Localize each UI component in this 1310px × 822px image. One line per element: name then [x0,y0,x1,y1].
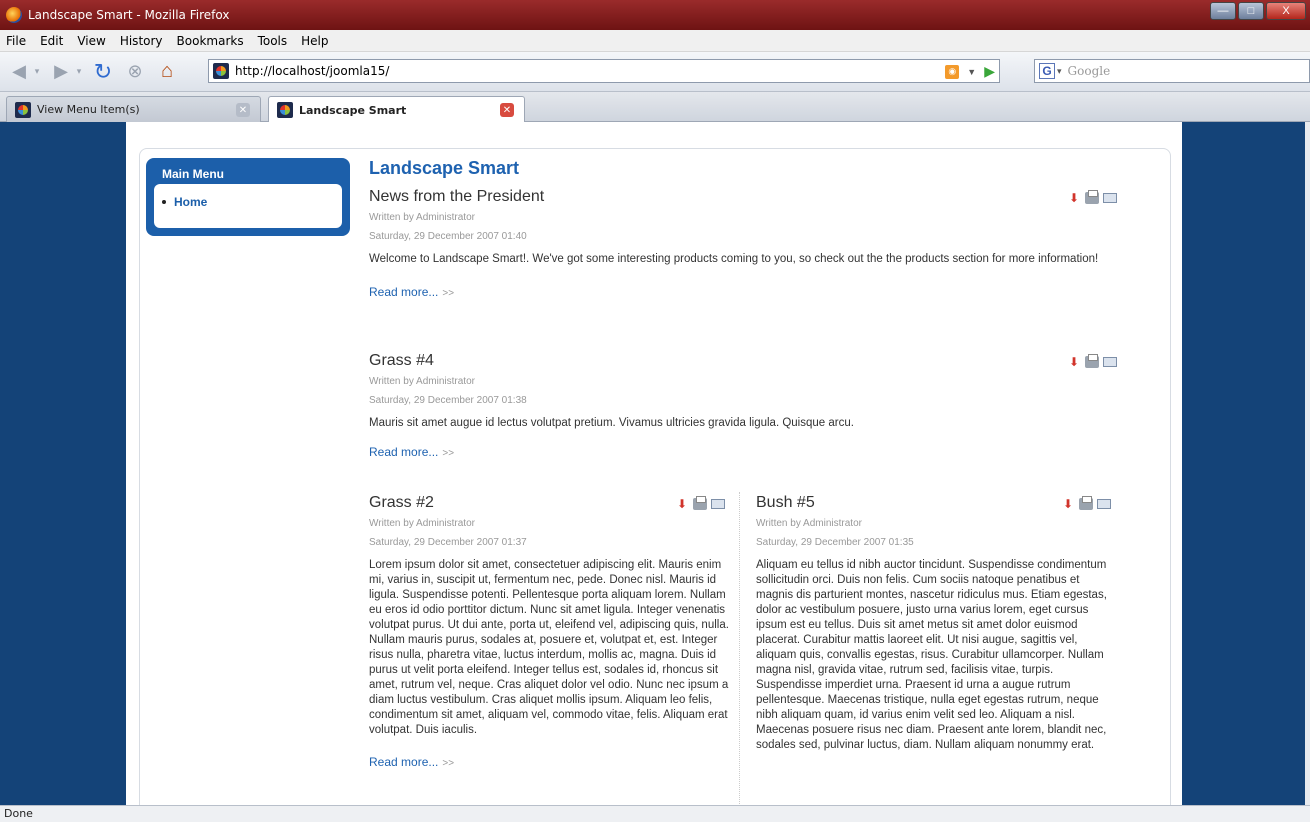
url-bar-actions: ◉ ▼ ▶ [945,63,995,80]
navigation-toolbar: ◀ ▾ ▶ ▾ ↻ ⊗ ⌂ http://localhost/joomla15/… [0,52,1310,92]
article-date: Saturday, 29 December 2007 01:38 [369,395,527,406]
tab-favicon [15,101,31,118]
read-more-arrow: >> [442,448,455,459]
article-body: Welcome to Landscape Smart!. We've got s… [369,253,1099,265]
print-icon[interactable] [1085,190,1099,204]
read-more-arrow: >> [442,288,455,299]
search-box[interactable]: G ▾ Google [1034,59,1310,83]
article-icons: ⬇ [1069,354,1117,368]
back-history-dropdown[interactable]: ▾ [32,59,42,85]
pdf-icon[interactable]: ⬇ [677,498,689,510]
menu-item-home-link[interactable]: Home [174,195,207,209]
article-title: Grass #4 [369,352,434,369]
reload-button[interactable]: ↻ [90,59,116,85]
stop-button[interactable]: ⊗ [122,59,148,85]
print-icon[interactable] [1079,496,1093,510]
article-author: Written by Administrator [369,212,475,223]
menu-file[interactable]: File [6,34,26,48]
rss-feed-icon[interactable]: ◉ [945,64,960,79]
article-author: Written by Administrator [369,376,475,387]
window-titlebar: Landscape Smart - Mozilla Firefox — □ X [0,0,1310,30]
article-date: Saturday, 29 December 2007 01:40 [369,231,527,242]
firefox-icon [6,7,22,23]
forward-history-dropdown[interactable]: ▾ [74,59,84,85]
vertical-scrollbar[interactable] [1305,122,1310,805]
read-more-link[interactable]: Read more... >> [369,285,1139,299]
email-icon[interactable] [1103,193,1117,203]
component-heading: Landscape Smart [369,158,520,178]
article-body: Aliquam eu tellus id nibh auctor tincidu… [756,559,1107,751]
print-icon[interactable] [693,496,707,510]
menu-bar: File Edit View History Bookmarks Tools H… [0,30,1310,52]
email-icon[interactable] [711,499,725,509]
tab-bar: View Menu Item(s) ✕ Landscape Smart ✕ [0,92,1310,123]
article-news-from-president: News from the President ⬇ Written by Adm… [369,188,1139,299]
menu-history[interactable]: History [120,34,163,48]
article-icons: ⬇ [1069,190,1117,204]
article-grass-4: Grass #4 ⬇ Written by Administrator Satu… [369,352,1139,459]
back-button[interactable]: ◀ [6,59,32,85]
tab-label: View Menu Item(s) [37,103,140,116]
search-placeholder[interactable]: Google [1068,64,1111,78]
home-button[interactable]: ⌂ [154,59,180,85]
close-button[interactable]: X [1266,2,1306,20]
article-author: Written by Administrator [756,518,862,529]
maximize-button[interactable]: □ [1238,2,1264,20]
article-date: Saturday, 29 December 2007 01:35 [756,537,914,548]
menu-tools[interactable]: Tools [258,34,288,48]
article-icons: ⬇ [1063,496,1111,510]
bullet-icon [162,200,166,204]
read-more-link[interactable]: Read more... >> [369,755,734,769]
window-controls: — □ X [1210,2,1306,20]
url-dropdown-icon[interactable]: ▼ [967,67,976,77]
menu-item-home[interactable]: Home [162,195,207,209]
read-more-arrow: >> [442,758,455,769]
email-icon[interactable] [1097,499,1111,509]
url-bar[interactable]: http://localhost/joomla15/ ◉ ▼ ▶ [208,59,1000,83]
article-title: News from the President [369,188,545,205]
tab-view-menu-items[interactable]: View Menu Item(s) ✕ [6,96,261,122]
read-more-label[interactable]: Read more... [369,445,438,459]
status-text: Done [4,807,33,820]
article-bush-5: Bush #5 ⬇ Written by Administrator Satur… [756,494,1121,753]
column-divider [739,492,740,805]
article-body: Mauris sit amet augue id lectus volutpat… [369,417,854,429]
forward-button[interactable]: ▶ [48,59,74,85]
status-bar: Done [0,805,1310,822]
url-text[interactable]: http://localhost/joomla15/ [235,64,389,78]
article-author: Written by Administrator [369,518,475,529]
pdf-icon[interactable]: ⬇ [1069,192,1081,204]
web-page: Main Menu Home Landscape Smart News from… [0,122,1310,805]
minimize-button[interactable]: — [1210,2,1236,20]
tab-close-icon[interactable]: ✕ [500,103,514,117]
menu-bookmarks[interactable]: Bookmarks [177,34,244,48]
google-icon[interactable]: G [1039,63,1055,79]
menu-help[interactable]: Help [301,34,328,48]
article-body: Lorem ipsum dolor sit amet, consectetuer… [369,559,729,736]
main-menu-module: Main Menu Home [146,158,350,236]
window-title: Landscape Smart - Mozilla Firefox [28,8,230,22]
site-favicon [213,63,229,79]
search-engine-dropdown-icon[interactable]: ▾ [1057,66,1062,77]
read-more-label[interactable]: Read more... [369,285,438,299]
tab-label: Landscape Smart [299,103,407,117]
page-container: Main Menu Home Landscape Smart News from… [126,122,1182,805]
tab-close-icon[interactable]: ✕ [236,103,250,117]
menu-edit[interactable]: Edit [40,34,63,48]
article-grass-2: Grass #2 ⬇ Written by Administrator Satu… [369,494,734,769]
menu-view[interactable]: View [77,34,105,48]
tab-landscape-smart[interactable]: Landscape Smart ✕ [268,96,525,123]
go-button[interactable]: ▶ [984,63,995,80]
pdf-icon[interactable]: ⬇ [1069,356,1081,368]
tab-favicon [277,102,293,118]
article-icons: ⬇ [677,496,725,510]
main-menu-title: Main Menu [162,167,224,181]
read-more-label[interactable]: Read more... [369,755,438,769]
email-icon[interactable] [1103,357,1117,367]
read-more-link[interactable]: Read more... >> [369,445,1139,459]
main-menu-body: Home [154,184,342,228]
pdf-icon[interactable]: ⬇ [1063,498,1075,510]
print-icon[interactable] [1085,354,1099,368]
article-date: Saturday, 29 December 2007 01:37 [369,537,527,548]
